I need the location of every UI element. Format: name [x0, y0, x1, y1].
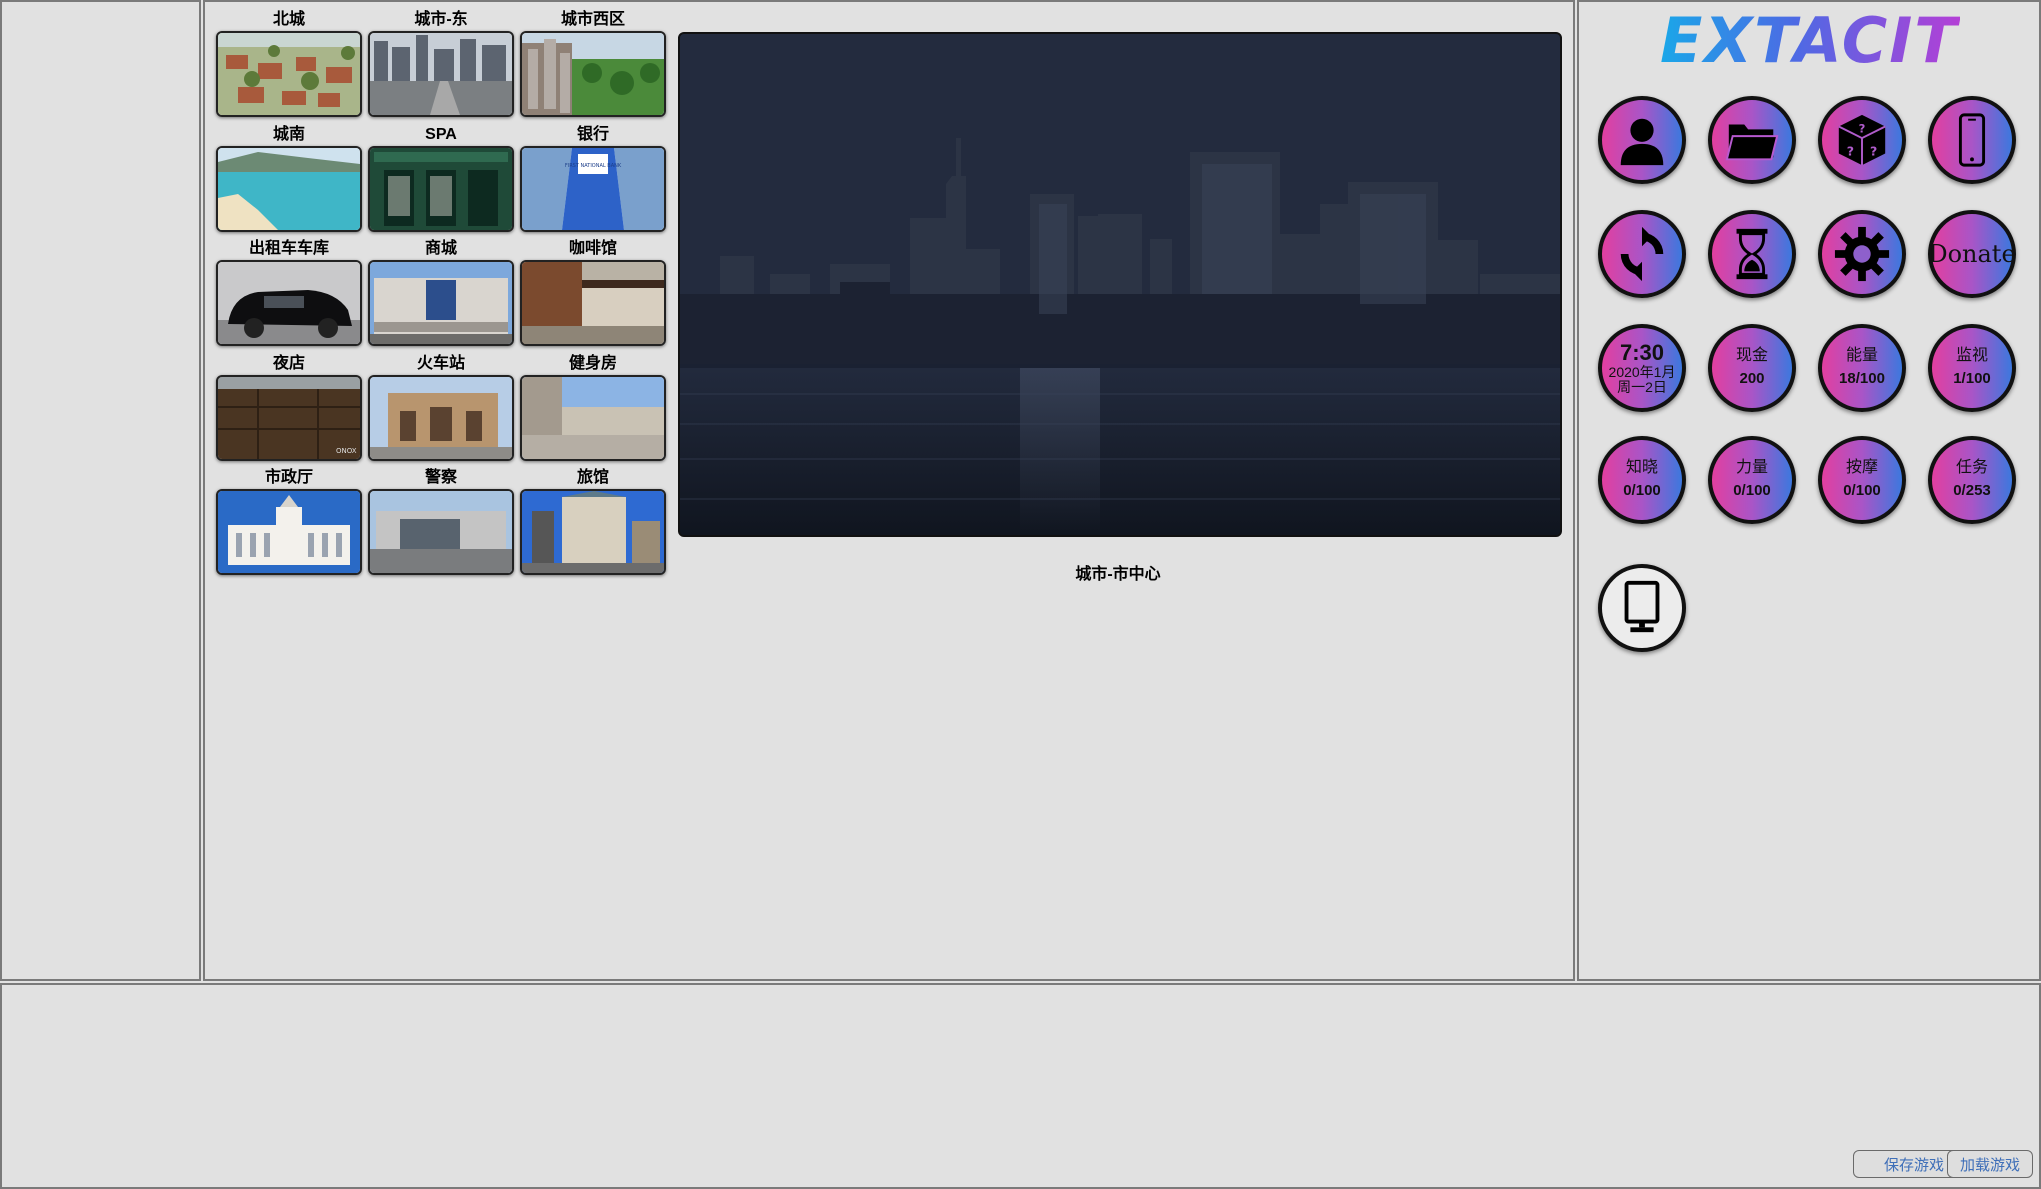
- massage-label: 按摩: [1845, 459, 1878, 476]
- massage-value: 0/100: [1843, 482, 1881, 499]
- location-label: SPA: [425, 125, 457, 143]
- phone-icon: [1958, 113, 1986, 167]
- location-scene-image: [678, 32, 1562, 537]
- quests-stat: 任务 0/253: [1928, 436, 2016, 524]
- location-cafe[interactable]: 咖啡馆: [520, 238, 666, 346]
- location-label: 商城: [424, 240, 457, 257]
- location-club[interactable]: 夜店 ONOX: [216, 353, 362, 461]
- location-thumbnail[interactable]: [216, 145, 362, 232]
- knowledge-label: 知晓: [1625, 459, 1658, 476]
- money-value: 200: [1739, 370, 1765, 387]
- clock-time: 7:30: [1619, 340, 1665, 365]
- settings-button[interactable]: [1818, 210, 1906, 298]
- location-label: 火车站: [416, 354, 465, 372]
- location-bank[interactable]: 银行 FIRST NATIONAL BANK: [520, 124, 666, 232]
- character-button[interactable]: [1598, 96, 1686, 184]
- location-park[interactable]: 城市西区: [520, 9, 666, 117]
- energy-label: 能量: [1845, 347, 1878, 364]
- quests-value: 0/253: [1953, 482, 1991, 499]
- location-suburb[interactable]: 北城: [216, 9, 362, 117]
- location-thumbnail[interactable]: [216, 489, 362, 575]
- location-station[interactable]: 火车站: [368, 353, 514, 461]
- surveillance-label: 监视: [1955, 347, 1988, 364]
- location-label: 旅馆: [576, 469, 609, 486]
- location-police[interactable]: 警察: [368, 467, 514, 575]
- billboard-button[interactable]: [1598, 564, 1686, 652]
- location-hotel[interactable]: 旅馆: [520, 467, 666, 575]
- location-thumbnail[interactable]: [368, 374, 514, 461]
- donate-button[interactable]: Donate: [1928, 210, 2016, 298]
- location-thumbnail[interactable]: [520, 374, 666, 461]
- svg-text:?: ?: [1847, 143, 1854, 158]
- location-mall[interactable]: 商城: [368, 238, 514, 346]
- location-thumbnail[interactable]: [520, 489, 666, 575]
- clock-display: 7:30 2020年1月 周一2日: [1598, 324, 1686, 412]
- bottom-panel: [0, 983, 2041, 1189]
- clock-weekday: 周一2日: [1617, 379, 1667, 395]
- phone-button[interactable]: [1928, 96, 2016, 184]
- refresh-icon: [1620, 226, 1664, 282]
- energy-value: 18/100: [1839, 370, 1885, 387]
- location-downtown[interactable]: 城市-东: [368, 9, 514, 117]
- current-location-label: 城市-市中心: [1075, 566, 1161, 583]
- quests-label: 任务: [1955, 459, 1988, 476]
- svg-text:?: ?: [1870, 143, 1877, 158]
- dice-icon: ? ? ?: [1838, 114, 1886, 166]
- location-label: 咖啡馆: [568, 240, 617, 257]
- location-thumbnail[interactable]: ONOX: [216, 374, 362, 461]
- location-label: 警察: [424, 469, 457, 486]
- location-thumbnail[interactable]: [368, 31, 514, 117]
- massage-stat: 按摩 0/100: [1818, 436, 1906, 524]
- location-taxi[interactable]: 出租车车库: [216, 238, 362, 346]
- folder-icon: [1725, 124, 1779, 161]
- knowledge-value: 0/100: [1623, 482, 1661, 499]
- location-gym[interactable]: 健身房: [520, 353, 666, 461]
- money-label: 现金: [1735, 347, 1768, 364]
- location-thumbnail[interactable]: [216, 260, 362, 346]
- svg-text:?: ?: [1859, 121, 1866, 135]
- location-thumbnail[interactable]: [368, 260, 514, 346]
- clock-date: 2020年1月: [1608, 364, 1676, 380]
- location-label: 北城: [272, 11, 305, 28]
- location-thumbnail[interactable]: [368, 489, 514, 575]
- person-icon: [1620, 118, 1664, 166]
- location-thumbnail[interactable]: [368, 145, 514, 232]
- location-label: 银行: [576, 125, 609, 143]
- location-thumbnail[interactable]: [520, 31, 666, 117]
- energy-stat: 能量 18/100: [1818, 324, 1906, 412]
- strength-label: 力量: [1735, 459, 1768, 476]
- location-label: 健身房: [568, 354, 617, 372]
- club-sign: ONOX: [336, 447, 357, 455]
- location-label: 出租车车库: [248, 240, 329, 257]
- random-event-button[interactable]: ? ? ?: [1818, 96, 1906, 184]
- location-label: 城市-东: [414, 11, 468, 28]
- strength-stat: 力量 0/100: [1708, 436, 1796, 524]
- gear-icon: [1834, 226, 1890, 282]
- game-logo: EXTACITY: [1660, 4, 2006, 77]
- location-thumbnail[interactable]: [216, 31, 362, 117]
- location-cityhall[interactable]: 市政厅: [216, 467, 362, 575]
- location-beach[interactable]: 城南: [216, 124, 362, 232]
- bank-sign: FIRST NATIONAL BANK: [565, 163, 622, 169]
- location-spa[interactable]: SPA: [368, 124, 514, 232]
- location-label: 城市西区: [560, 11, 625, 28]
- wait-button[interactable]: [1708, 210, 1796, 298]
- hourglass-icon: [1736, 228, 1768, 280]
- billboard-icon: [1624, 580, 1660, 633]
- location-label: 夜店: [272, 354, 305, 372]
- location-label: 城南: [272, 125, 305, 143]
- load-game-button[interactable]: 加载游戏: [1947, 1150, 2033, 1178]
- donate-label: Donate: [1928, 240, 2016, 268]
- surveillance-value: 1/100: [1953, 370, 1991, 387]
- refresh-button[interactable]: [1598, 210, 1686, 298]
- inventory-button[interactable]: [1708, 96, 1796, 184]
- location-label: 市政厅: [264, 469, 313, 486]
- location-thumbnail[interactable]: FIRST NATIONAL BANK: [520, 145, 666, 232]
- money-stat: 现金 200: [1708, 324, 1796, 412]
- left-panel: [0, 0, 201, 981]
- knowledge-stat: 知晓 0/100: [1598, 436, 1686, 524]
- location-thumbnail[interactable]: [520, 260, 666, 346]
- surveillance-stat: 监视 1/100: [1928, 324, 2016, 412]
- strength-value: 0/100: [1733, 482, 1771, 499]
